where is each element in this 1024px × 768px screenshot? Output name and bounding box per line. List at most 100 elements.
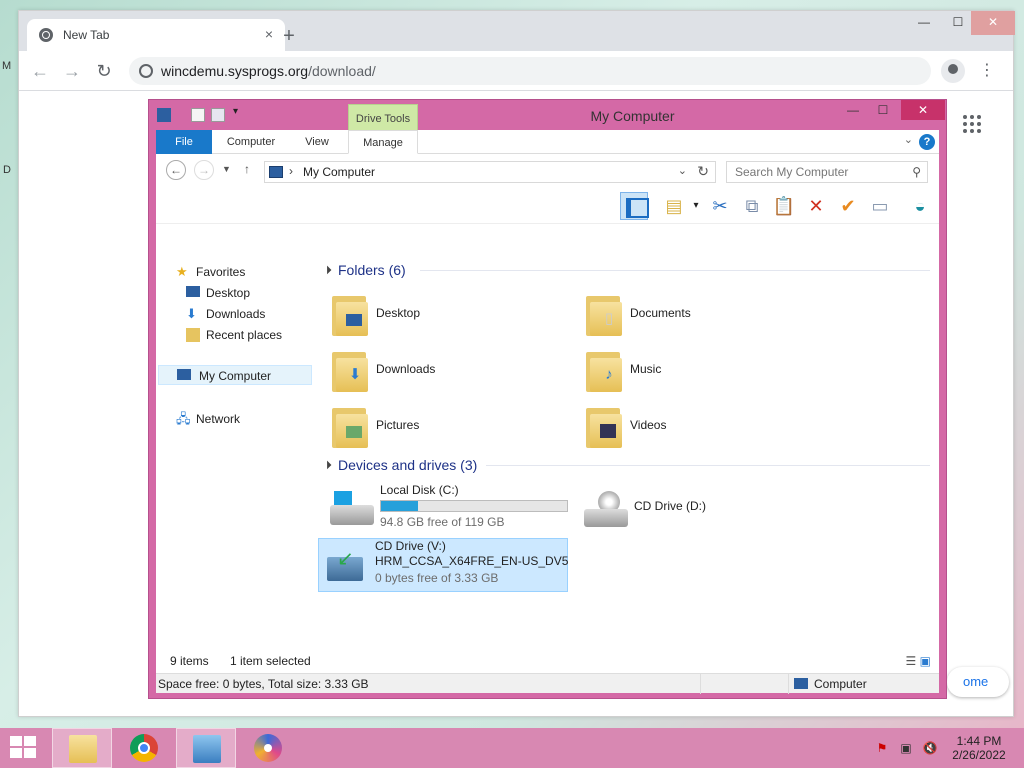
drive-usage-bar — [380, 500, 568, 512]
ribbon-tabs: File Computer View Manage ⌄ ? — [156, 130, 939, 154]
nav-recent-places[interactable]: Recent places — [186, 325, 282, 345]
local-disk-icon — [330, 491, 374, 527]
new-tab-button[interactable]: + — [277, 25, 301, 49]
explorer-window: ▾ Drive Tools My Computer — ☐ ✕ File Com… — [148, 99, 947, 699]
desktop-folder-icon — [332, 292, 368, 336]
drive-item[interactable]: CD Drive (D:) — [578, 483, 778, 537]
help-icon[interactable]: ? — [919, 134, 935, 150]
rename-icon[interactable]: ▭ — [866, 192, 894, 220]
address-url: wincdemu.sysprogs.org/download/ — [161, 63, 376, 79]
site-info-icon[interactable] — [139, 64, 153, 78]
taskbar: ⚑ ▣ 🔇 1:44 PM 2/26/2022 — [0, 728, 1024, 768]
command-bar: ▤ ▾ ✂ ⧉ 📋 ✕ ✔ ▭ ◒ — [156, 188, 939, 224]
details-view-icon[interactable]: ☰ — [906, 654, 917, 668]
nav-label: Desktop — [206, 286, 251, 300]
nav-label: Network — [196, 412, 241, 426]
check-icon[interactable]: ✔ — [834, 192, 862, 220]
recent-locations-icon[interactable]: ▼ — [222, 164, 231, 174]
explorer-close-button[interactable]: ✕ — [901, 100, 945, 120]
search-placeholder: Search My Computer — [735, 165, 849, 179]
star-icon: ★ — [176, 264, 188, 279]
start-windows-icon[interactable] — [10, 736, 38, 760]
folder-item[interactable]: Pictures — [324, 400, 564, 452]
explorer-maximize-button[interactable]: ☐ — [869, 100, 897, 120]
view-toggle-icons[interactable]: ☰ ▣ — [906, 654, 931, 668]
copy-icon[interactable]: ⧉ — [738, 192, 766, 220]
globe-icon[interactable]: ◒ — [906, 192, 934, 220]
explorer-title-bar[interactable]: ▾ Drive Tools My Computer — ☐ ✕ — [149, 100, 946, 134]
tab-view[interactable]: View — [292, 130, 342, 154]
browser-toolbar: ← → ↻ wincdemu.sysprogs.org/download/ ⋮ — [19, 51, 1013, 91]
action-center-flag-icon[interactable]: ⚑ — [874, 741, 890, 755]
nav-my-computer[interactable]: My Computer — [158, 365, 312, 385]
explorer-search-input[interactable]: Search My Computer ⚲ — [726, 161, 928, 183]
taskbar-chrome[interactable] — [114, 728, 174, 768]
folders-group-header[interactable]: Folders (6) — [324, 258, 406, 282]
customize-chrome-button[interactable]: ome — [947, 667, 1009, 697]
address-bar[interactable]: wincdemu.sysprogs.org/download/ — [129, 57, 931, 85]
location-label: Computer — [814, 677, 867, 691]
drive-item-selected[interactable]: ↙ CD Drive (V:) HRM_CCSA_X64FRE_EN-US_DV… — [318, 538, 568, 592]
maximize-button[interactable]: ☐ — [941, 11, 975, 35]
ribbon-expand-icon[interactable]: ⌄ — [904, 133, 913, 146]
refresh-icon[interactable]: ↻ — [697, 163, 709, 180]
profile-avatar-icon[interactable] — [941, 59, 965, 83]
tab-manage[interactable]: Manage — [348, 130, 418, 154]
clock-time: 1:44 PM — [956, 734, 1002, 748]
delete-icon[interactable]: ✕ — [802, 192, 830, 220]
nav-desktop[interactable]: Desktop — [186, 283, 250, 303]
tab-file[interactable]: File — [156, 130, 212, 154]
folder-label: Pictures — [376, 418, 420, 432]
layout-pane-icon[interactable] — [620, 192, 649, 220]
taskbar-control-panel[interactable] — [176, 728, 236, 768]
status-divider — [788, 674, 789, 694]
music-folder-icon: ♪ — [586, 348, 622, 392]
folder-item[interactable]: ▯ Documents — [578, 288, 818, 340]
taskbar-file-explorer[interactable] — [52, 728, 112, 768]
paste-icon[interactable]: 📋 — [770, 192, 798, 220]
explorer-forward-icon[interactable]: → — [194, 160, 214, 180]
selection-count: 1 item selected — [230, 654, 311, 668]
folder-item[interactable]: Videos — [578, 400, 818, 452]
tab-computer[interactable]: Computer — [216, 130, 286, 154]
drive-name: Local Disk (C:) — [380, 483, 459, 497]
system-clock[interactable]: 1:44 PM 2/26/2022 — [946, 734, 1012, 762]
nav-network[interactable]: 🖧 Network — [176, 409, 240, 429]
details-status-bar: Space free: 0 bytes, Total size: 3.33 GB… — [156, 673, 939, 694]
virtual-cd-icon: ↙ — [325, 547, 369, 583]
folder-item[interactable]: ⬇ Downloads — [324, 344, 564, 396]
up-arrow-icon[interactable]: ↑ — [244, 162, 250, 176]
item-count: 9 items — [170, 654, 209, 668]
address-dropdown-icon[interactable]: ⌄ — [678, 164, 687, 177]
minimize-button[interactable]: — — [907, 11, 941, 35]
drive-free-space: 94.8 GB free of 119 GB — [380, 515, 505, 529]
folder-item[interactable]: Desktop — [324, 288, 564, 340]
browser-tab[interactable]: New Tab × — [27, 19, 285, 51]
volume-muted-icon[interactable]: 🔇 — [922, 741, 938, 755]
close-button[interactable]: ✕ — [971, 11, 1015, 35]
explorer-minimize-button[interactable]: — — [839, 100, 867, 120]
cut-icon[interactable]: ✂ — [706, 192, 734, 220]
tiles-view-icon[interactable]: ▣ — [920, 654, 931, 668]
explorer-back-icon[interactable]: ← — [166, 160, 186, 180]
drive-usage-fill — [381, 501, 419, 511]
explorer-address-box[interactable]: › My Computer ⌄ ↻ — [264, 161, 716, 183]
apps-grid-icon[interactable] — [963, 115, 981, 133]
devices-group-header[interactable]: Devices and drives (3) — [324, 453, 477, 477]
back-arrow-icon[interactable]: ← — [27, 59, 53, 85]
folder-item[interactable]: ♪ Music — [578, 344, 818, 396]
desktop-edge-label: D — [3, 164, 11, 176]
tab-close-button[interactable]: × — [259, 24, 279, 44]
taskbar-wincdemu[interactable] — [238, 728, 298, 768]
menu-kebab-icon[interactable]: ⋮ — [979, 59, 995, 83]
forward-arrow-icon[interactable]: → — [59, 59, 85, 85]
tab-strip: New Tab × + — ☐ ✕ — [19, 11, 1015, 51]
documents-folder-icon: ▯ — [586, 292, 622, 336]
drive-name: CD Drive (V:) — [375, 539, 446, 553]
drive-item[interactable]: Local Disk (C:) 94.8 GB free of 119 GB — [324, 483, 574, 537]
reload-icon[interactable]: ↻ — [91, 59, 117, 85]
breadcrumb-chevron-icon[interactable]: › — [289, 164, 293, 178]
nav-favorites[interactable]: ★ Favorites — [176, 262, 245, 282]
nav-downloads[interactable]: ⬇ Downloads — [186, 304, 265, 324]
network-status-icon[interactable]: ▣ — [898, 741, 914, 755]
